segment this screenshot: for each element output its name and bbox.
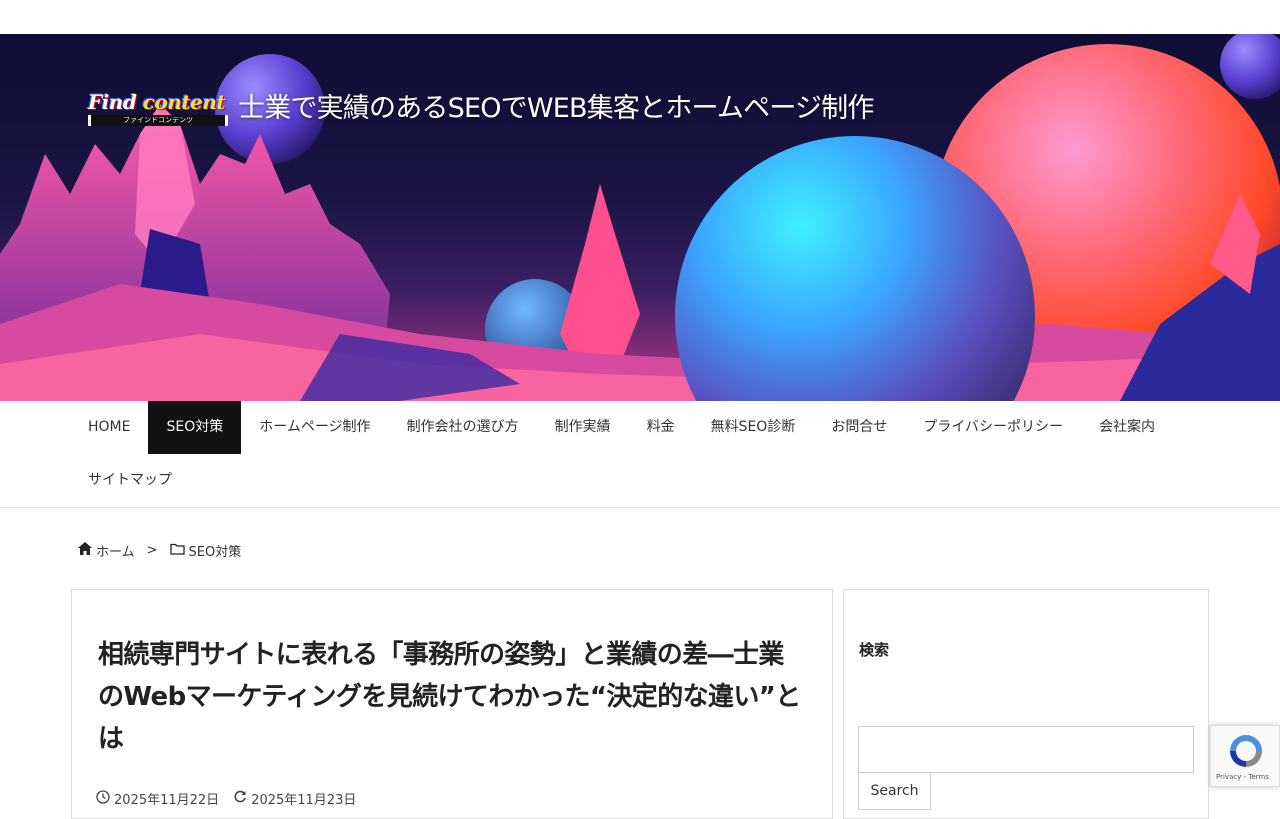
nav-item[interactable]: 会社案内 <box>1081 401 1173 454</box>
logo-subtitle: ファインドコンテンツ <box>88 115 228 126</box>
nav-item[interactable]: HOME <box>70 401 148 454</box>
site-logo[interactable]: Find content ファインドコンテンツ <box>88 90 228 126</box>
nav-item[interactable]: 制作実績 <box>537 401 629 454</box>
recaptcha-badge[interactable]: Privacy - Terms <box>1210 725 1280 787</box>
nav-item[interactable]: お問合せ <box>813 401 905 454</box>
header-banner: Find content ファインドコンテンツ 士業で実績のあるSEOでWEB集… <box>0 34 1280 401</box>
global-nav: HOME SEO対策 ホームページ制作 制作会社の選び方 制作実績 料金 無料SEO診断 お問… <box>0 401 1280 508</box>
refresh-icon <box>233 790 247 808</box>
clock-icon <box>96 789 110 808</box>
recaptcha-logo-icon <box>1227 732 1265 774</box>
post-title: 相続専門サイトに表れる「事務所の姿勢」と業績の差―士業のWebマーケティングを見… <box>98 640 801 754</box>
recaptcha-links[interactable]: Privacy - Terms <box>1216 773 1269 781</box>
nav-item[interactable]: 料金 <box>629 401 693 454</box>
published-date: 2025年11月22日 <box>114 793 220 808</box>
breadcrumb-category-link[interactable]: SEO対策 <box>189 541 242 560</box>
breadcrumb-separator: > <box>146 543 158 558</box>
breadcrumb: ホーム > SEO対策 <box>78 541 241 560</box>
nav-item[interactable]: サイトマップ <box>70 454 190 507</box>
nav-item[interactable]: SEO対策 <box>148 401 242 454</box>
nav-item[interactable]: プライバシーポリシー <box>905 401 1081 454</box>
nav-item[interactable]: ホームページ制作 <box>241 401 388 454</box>
search-input[interactable] <box>858 726 1194 773</box>
site-title[interactable]: 士業で実績のあるSEOでWEB集客とホームページ制作 <box>238 86 874 125</box>
top-bar <box>0 0 1280 34</box>
sidebar: 検索 Search <box>843 589 1209 819</box>
search-button[interactable]: Search <box>858 772 931 810</box>
post-meta: 2025年11月22日 2025年11月23日 <box>96 789 356 808</box>
folder-icon <box>169 543 185 559</box>
updated-date: 2025年11月23日 <box>251 793 357 808</box>
nav-menu: HOME SEO対策 ホームページ制作 制作会社の選び方 制作実績 料金 無料SEO診断 お問… <box>70 401 1210 507</box>
logo-wordmark: Find content <box>88 90 226 114</box>
home-icon <box>78 542 92 559</box>
breadcrumb-home-link[interactable]: ホーム <box>96 541 135 560</box>
nav-item[interactable]: 無料SEO診断 <box>693 401 814 454</box>
post-article: 相続専門サイトに表れる「事務所の姿勢」と業績の差―士業のWebマーケティングを見… <box>71 589 833 819</box>
search-widget-heading: 検索 <box>859 641 890 659</box>
nav-item[interactable]: 制作会社の選び方 <box>389 401 537 454</box>
